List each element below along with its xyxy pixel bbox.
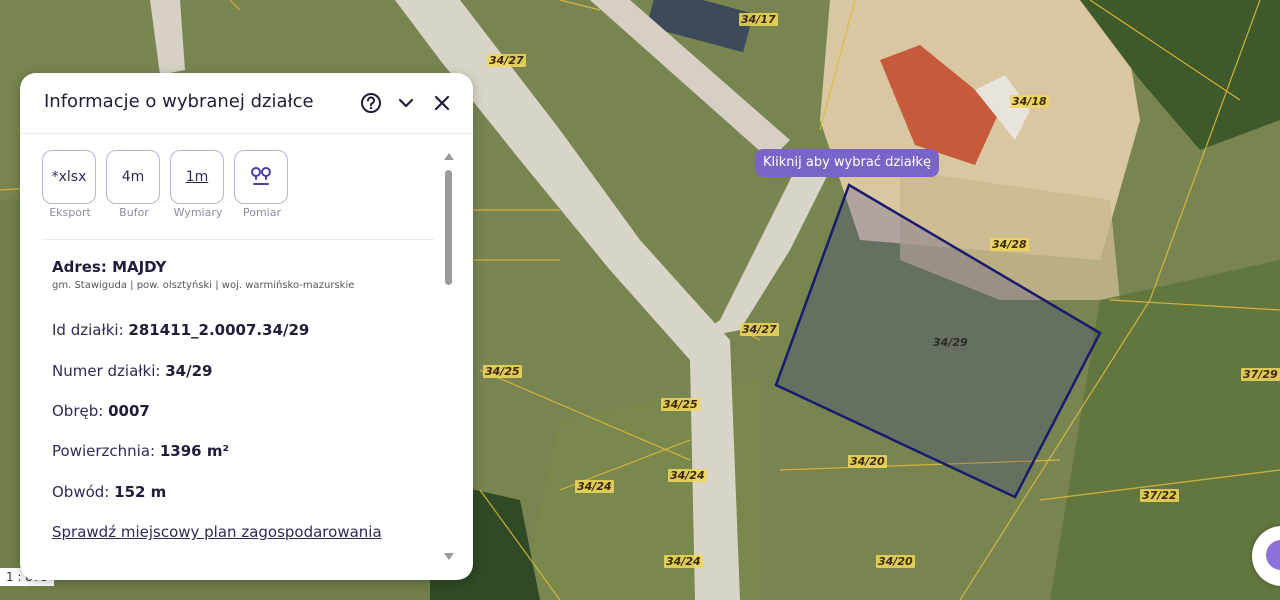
field-area: Powierzchnia: 1396 m² <box>52 442 229 460</box>
panel-header: Informacje o wybranej działce <box>20 73 473 134</box>
chevron-down-icon[interactable] <box>393 90 419 116</box>
field-value: 281411_2.0007.34/29 <box>128 321 310 339</box>
panel-title: Informacje o wybranej działce <box>44 91 314 112</box>
export-button[interactable]: *xlsx <box>42 150 96 204</box>
field-parcel-id: Id działki: 281411_2.0007.34/29 <box>52 321 309 339</box>
parcel-info-panel: Informacje o wybranej działce *xlsx Eksp… <box>20 73 473 580</box>
address-title: Adres: MAJDY <box>52 258 167 276</box>
field-label: Powierzchnia: <box>52 442 156 460</box>
parcel-label: 34/24 <box>575 480 614 493</box>
parcel-label: 34/28 <box>990 238 1029 251</box>
divider <box>42 239 434 240</box>
buffer-label: Bufor <box>119 206 149 219</box>
parcel-label: 34/24 <box>668 469 707 482</box>
measure-label: Pomiar <box>242 206 281 219</box>
scroll-thumb[interactable] <box>445 170 452 285</box>
parcel-label: 34/25 <box>483 365 522 378</box>
map-tooltip: Kliknij aby wybrać działkę <box>755 149 939 177</box>
scroll-up-arrow[interactable] <box>444 153 454 160</box>
dimensions-label: Wymiary <box>173 206 223 219</box>
measure-button[interactable] <box>234 150 288 204</box>
parcel-label: 34/25 <box>661 398 700 411</box>
field-value: 152 m <box>114 483 167 501</box>
parcel-label: 34/27 <box>740 323 779 336</box>
field-perimeter: Obwód: 152 m <box>52 483 166 501</box>
tool-export: *xlsx Eksport <box>42 150 98 219</box>
help-icon[interactable] <box>358 90 384 116</box>
field-label: Obwód: <box>52 483 110 501</box>
parcel-label: 34/27 <box>487 54 526 67</box>
field-label: Id działki: <box>52 321 124 339</box>
tool-measure: Pomiar <box>234 150 290 219</box>
zoning-plan-link[interactable]: Sprawdź miejscowy plan zagospodarowania <box>52 523 382 541</box>
tool-buffer: 4m Bufor <box>106 150 162 219</box>
parcel-label: 34/20 <box>876 555 915 568</box>
parcel-label-selected: 34/29 <box>933 336 968 349</box>
dimensions-button[interactable]: 1m <box>170 150 224 204</box>
field-value: 1396 m² <box>159 442 230 460</box>
field-value: 34/29 <box>165 362 213 380</box>
export-label: Eksport <box>49 206 91 219</box>
pin-route-icon <box>251 167 271 185</box>
scroll-down-arrow[interactable] <box>444 553 454 560</box>
tool-dimensions: 1m Wymiary <box>170 150 226 219</box>
close-icon[interactable] <box>429 90 455 116</box>
parcel-label: 37/29 <box>1241 368 1280 381</box>
buffer-button[interactable]: 4m <box>106 150 160 204</box>
field-label: Numer działki: <box>52 362 161 380</box>
parcel-label: 34/24 <box>664 555 703 568</box>
address-subtitle: gm. Stawiguda | pow. olsztyński | woj. w… <box>52 280 355 291</box>
tool-bar: *xlsx Eksport 4m Bufor 1m Wymiary Pomiar <box>42 150 290 219</box>
field-label: Obręb: <box>52 402 104 420</box>
parcel-label: 34/18 <box>1010 95 1049 108</box>
panel-scrollbar[interactable] <box>444 153 454 563</box>
field-value: 0007 <box>108 402 150 420</box>
parcel-label: 34/17 <box>739 13 778 26</box>
parcel-label: 37/22 <box>1140 489 1179 502</box>
field-precinct: Obręb: 0007 <box>52 402 150 420</box>
field-parcel-number: Numer działki: 34/29 <box>52 362 212 380</box>
parcel-label: 34/20 <box>848 455 887 468</box>
